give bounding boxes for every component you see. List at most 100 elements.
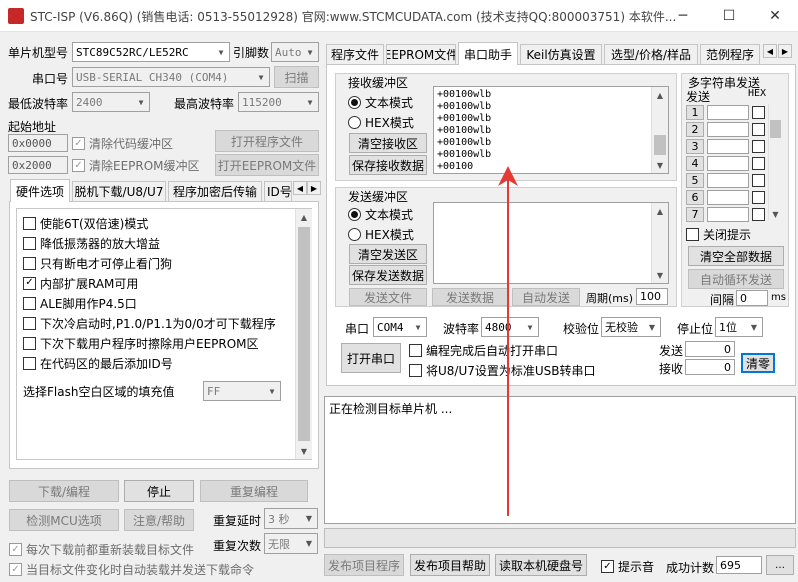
auto-loop-send-button[interactable]: 自动循环发送 [688,269,784,289]
tab-eeprom-file[interactable]: EEPROM文件 [386,44,456,64]
repeat-delay-select[interactable]: 3 秒 ▼ [264,508,318,529]
auto-open-option[interactable]: 编程完成后自动打开串口 [409,342,558,359]
checkbox[interactable] [23,296,36,310]
checkbox[interactable]: ✓ [72,137,85,150]
tab-serial-assistant[interactable]: 串口助手 [458,42,518,65]
send-text-mode-option[interactable]: 文本模式 [348,206,413,223]
send-scrollbar[interactable]: ▲ ▼ [651,203,668,283]
multi-string-input[interactable] [707,207,749,222]
multi-send-button[interactable]: 4 [686,156,704,171]
tab-sample-programs[interactable]: 范例程序 [700,44,760,64]
scroll-up-icon[interactable]: ▲ [652,203,668,219]
send-textarea[interactable]: ▲ ▼ [433,202,669,284]
checkbox[interactable] [686,228,699,241]
minimize-button[interactable]: ─ [660,0,706,32]
clear-eeprom-option[interactable]: ✓ 清除EEPROM缓冲区 [72,157,200,174]
radio-button[interactable] [348,96,361,109]
tab-right-arrow-icon[interactable]: ▶ [778,44,792,58]
checkbox[interactable] [23,336,36,350]
scroll-up-icon[interactable]: ▲ [296,209,312,225]
maximize-button[interactable]: ☐ [706,0,752,32]
eeprom-addr-input[interactable]: 0x2000 [8,156,68,174]
scroll-down-icon[interactable]: ▼ [652,157,668,173]
clear-all-data-button[interactable]: 清空全部数据 [688,246,784,266]
multi-string-input[interactable] [707,190,749,205]
receive-text-mode-option[interactable]: 文本模式 [348,94,413,111]
multi-string-input[interactable] [707,139,749,154]
scroll-down-icon[interactable]: ▼ [652,267,668,283]
checkbox[interactable]: ✓ [9,543,22,556]
multi-scrollbar[interactable]: ▼ [768,104,782,220]
hardware-option[interactable]: 下次冷启动时,P1.0/P1.1为0/0才可下载程序 [23,313,283,333]
port-select[interactable]: USB-SERIAL CH340 (COM4) ▼ [72,67,270,87]
checkbox[interactable] [23,216,36,230]
read-disk-button[interactable]: 读取本机硬盘号 [495,554,587,576]
receive-scrollbar[interactable]: ▲ ▼ [651,87,668,173]
baud-rate-select[interactable]: 4800 ▼ [481,317,539,337]
usb-serial-option[interactable]: 将U8/U7设置为标准USB转串口 [409,362,596,379]
open-serial-button[interactable]: 打开串口 [341,343,401,373]
hex-checkbox[interactable] [752,157,765,170]
receive-hex-mode-option[interactable]: HEX模式 [348,114,414,131]
clear-receive-button[interactable]: 清空接收区 [349,133,427,153]
hardware-option[interactable]: ✓ 内部扩展RAM可用 [23,273,283,293]
multi-send-button[interactable]: 3 [686,139,704,154]
hex-checkbox[interactable] [752,106,765,119]
send-data-button[interactable]: 发送数据 [432,288,508,306]
tab-left-arrow-icon[interactable]: ◀ [293,181,307,195]
hardware-option[interactable]: ALE脚用作P4.5口 [23,293,283,313]
publish-program-button[interactable]: 发布项目程序 [324,554,404,576]
hardware-option[interactable]: 下次下载用户程序时擦除用户EEPROM区 [23,333,283,353]
multi-send-button[interactable]: 2 [686,122,704,137]
tab-encrypted-transfer[interactable]: 程序加密后传输 [168,181,262,201]
checkbox[interactable]: ✓ [23,276,36,290]
tab-left-arrow-icon[interactable]: ◀ [763,44,777,58]
mcu-type-select[interactable]: STC89C52RC/LE52RC ▼ [72,42,230,62]
checkbox[interactable] [23,316,36,330]
multi-string-input[interactable] [707,173,749,188]
close-hint-option[interactable]: 关闭提示 [686,226,751,243]
tab-program-file[interactable]: 程序文件 [326,44,384,64]
scroll-thumb[interactable] [770,120,781,138]
open-eeprom-button[interactable]: 打开EEPROM文件 [215,154,319,176]
scroll-thumb[interactable] [298,227,310,441]
tab-id[interactable]: ID号 [264,181,292,201]
multi-send-button[interactable]: 6 [686,190,704,205]
auto-send-button[interactable]: 自动发送 [512,288,580,306]
checkbox[interactable] [23,236,36,250]
checkbox[interactable]: ✓ [601,560,614,573]
reprogram-button[interactable]: 重复编程 [200,480,308,502]
hex-checkbox[interactable] [752,123,765,136]
repeat-count-select[interactable]: 无限 ▼ [264,533,318,554]
multi-send-button[interactable]: 1 [686,105,704,120]
hex-checkbox[interactable] [752,174,765,187]
close-button[interactable]: ✕ [752,0,798,32]
radio-button[interactable] [348,228,361,241]
scroll-down-icon[interactable]: ▼ [296,443,312,459]
min-baud-select[interactable]: 2400 ▼ [72,92,150,112]
publish-help-button[interactable]: 发布项目帮助 [410,554,490,576]
checkbox[interactable] [409,344,422,357]
checkbox[interactable] [409,364,422,377]
clear-count-button[interactable]: 清零 [741,353,775,373]
hardware-option[interactable]: 降低振荡器的放大增益 [23,233,283,253]
code-addr-input[interactable]: 0x0000 [8,134,68,152]
hex-checkbox[interactable] [752,140,765,153]
send-file-button[interactable]: 发送文件 [349,288,427,306]
reset-count-button[interactable]: … [766,555,794,575]
hardware-option[interactable]: 在代码区的最后添加ID号 [23,353,283,373]
fill-value-select[interactable]: FF ▼ [203,381,281,401]
scan-button[interactable]: 扫描 [274,66,319,88]
download-program-button[interactable]: 下载/编程 [9,480,119,502]
parity-select[interactable]: 无校验 ▼ [601,317,661,337]
hardware-option[interactable]: 只有断电才可停止看门狗 [23,253,283,273]
checkbox[interactable]: ✓ [9,563,22,576]
tab-hardware-options[interactable]: 硬件选项 [10,179,70,202]
multi-send-button[interactable]: 5 [686,173,704,188]
clear-send-button[interactable]: 清空发送区 [349,244,427,264]
radio-button[interactable] [348,116,361,129]
checkbox[interactable] [23,256,36,270]
stop-bits-select[interactable]: 1位 ▼ [715,317,763,337]
detect-mcu-button[interactable]: 检测MCU选项 [9,509,119,531]
receive-textarea[interactable]: +00100wlb +00100wlb +00100wlb +00100wlb +001… [433,86,669,174]
